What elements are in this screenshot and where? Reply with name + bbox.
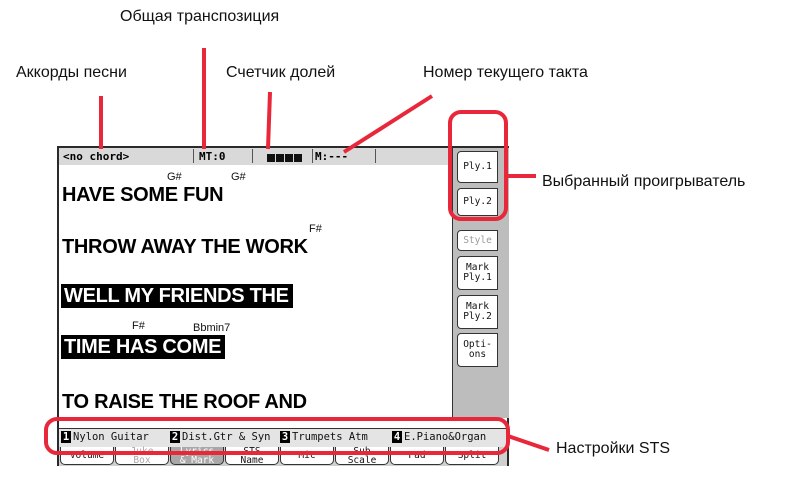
beat-counter — [267, 151, 303, 164]
beat-indicator — [267, 154, 275, 162]
callout-beat-counter: Счетчик долей — [226, 64, 336, 81]
tab-pad[interactable]: Pad — [390, 447, 444, 465]
side-tab-style[interactable]: Style — [457, 230, 498, 251]
tab-split[interactable]: Split — [445, 447, 499, 465]
lyric-line: HAVE SOME FUN — [62, 184, 224, 206]
lyric-line: TO RAISE THE ROOF AND — [62, 391, 307, 413]
sts-slot-2[interactable]: 2 Dist.Gtr & Syn — [170, 431, 279, 443]
callout-selected-player: Выбранный проигрыватель — [542, 173, 746, 190]
sts-slot-3[interactable]: 3 Trumpets Atm — [280, 431, 391, 443]
sts-name: Dist.Gtr & Syn — [182, 431, 271, 443]
lyrics-area: G# G# HAVE SOME FUN F# THROW AWAY THE WO… — [59, 165, 450, 418]
sts-number: 1 — [61, 431, 71, 443]
chord-label: F# — [132, 320, 145, 332]
lyric-line-highlighted: TIME HAS COME — [61, 335, 226, 359]
callout-sts-settings: Настройки STS — [556, 440, 671, 457]
pointer-current-measure — [342, 94, 434, 154]
side-tab-mark-ply1[interactable]: Mark Ply.1 — [457, 256, 498, 290]
status-divider — [252, 149, 253, 163]
chord-display: <no chord> — [63, 150, 130, 163]
sts-slot-4[interactable]: 4 E.Piano&Organ — [392, 431, 506, 443]
sts-number: 2 — [170, 431, 180, 443]
sts-name: Nylon Guitar — [73, 431, 149, 443]
status-divider — [312, 149, 313, 163]
tab-sts-name[interactable]: STS Name — [225, 446, 279, 465]
chord-label: G# — [231, 171, 246, 183]
side-tab-ply2[interactable]: Ply.2 — [457, 188, 498, 216]
beat-indicator — [276, 154, 284, 162]
status-divider — [375, 149, 376, 163]
chord-label: F# — [309, 223, 322, 235]
lyric-line-highlighted: WELL MY FRIENDS THE — [61, 284, 293, 308]
tab-mic[interactable]: Mic — [280, 447, 334, 465]
pointer-beat-counter — [266, 91, 272, 150]
chord-label: G# — [167, 171, 182, 183]
tab-volume[interactable]: Volume — [60, 447, 114, 465]
callout-song-chords: Аккорды песни — [16, 64, 127, 81]
bottom-tab-bar: Volume Juke Box Lyrics & Mark STS Name M… — [59, 446, 507, 466]
tab-lyrics-mark[interactable]: Lyrics & Mark — [170, 446, 224, 465]
pointer-sts-settings — [507, 434, 550, 452]
side-tab-ply1[interactable]: Ply.1 — [457, 151, 498, 183]
beat-indicator — [294, 154, 302, 162]
sts-name: E.Piano&Organ — [404, 431, 487, 443]
measure-display: M:--- — [315, 150, 349, 163]
side-tab-options[interactable]: Opti- ons — [457, 333, 498, 367]
status-bar: <no chord> MT:0 M:--- — [59, 148, 450, 166]
tab-sub-scale[interactable]: Sub Scale — [335, 446, 389, 465]
status-divider — [193, 149, 194, 163]
lyrics-screen: <no chord> MT:0 M:--- G# G# HAVE SOME FU… — [57, 146, 509, 466]
side-tab-mark-ply2[interactable]: Mark Ply.2 — [457, 295, 498, 329]
chord-label: Bbmin7 — [193, 322, 231, 334]
sts-name: Trumpets Atm — [292, 431, 368, 443]
callout-current-measure: Номер текущего такта — [423, 64, 588, 81]
callout-general-transposition: Общая транспозиция — [120, 8, 280, 25]
lyric-line: THROW AWAY THE WORK — [62, 236, 308, 258]
transpose-display: MT:0 — [199, 150, 226, 163]
tab-jukebox[interactable]: Juke Box — [115, 446, 169, 465]
player-side-tabs: Ply.1 Ply.2 Style Mark Ply.1 Mark Ply.2 … — [452, 148, 509, 418]
sts-slot-1[interactable]: 1 Nylon Guitar — [61, 431, 169, 443]
sts-bar: 1 Nylon Guitar 2 Dist.Gtr & Syn 3 Trumpets … — [59, 428, 507, 447]
sts-number: 4 — [392, 431, 402, 443]
sts-number: 3 — [280, 431, 290, 443]
beat-indicator — [285, 154, 293, 162]
